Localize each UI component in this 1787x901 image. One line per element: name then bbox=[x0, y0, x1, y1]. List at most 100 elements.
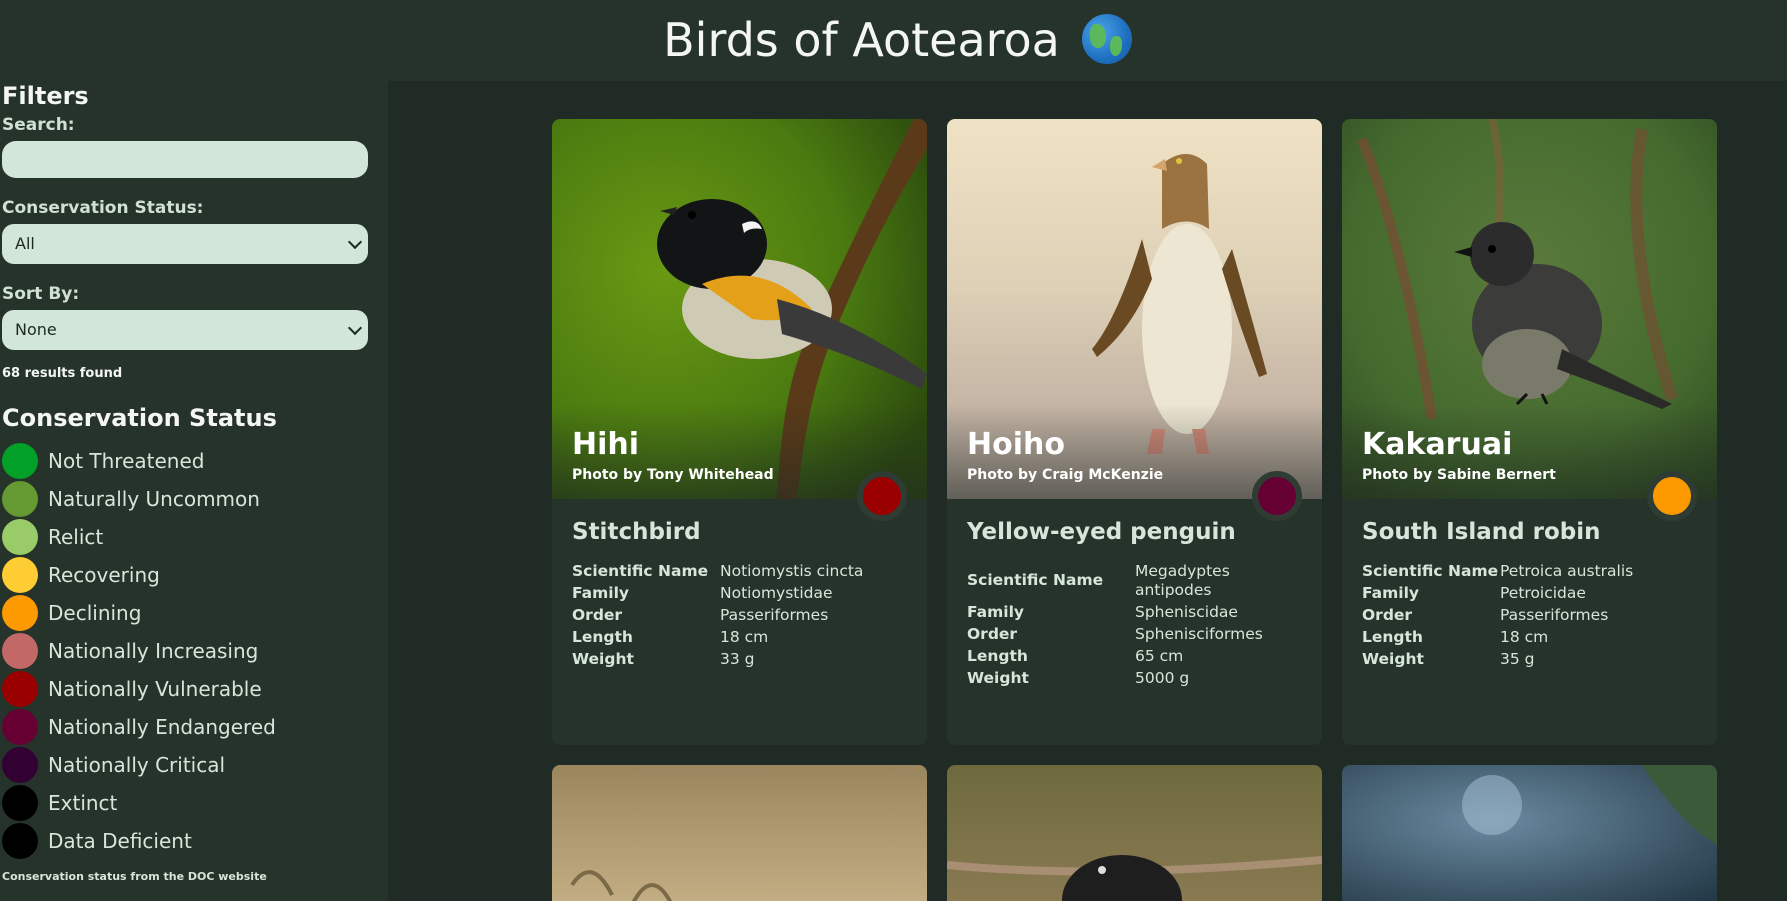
sort-value: None bbox=[15, 320, 57, 339]
status-color-dot bbox=[2, 747, 38, 783]
status-color-dot bbox=[2, 785, 38, 821]
bird-common-name: Yellow-eyed penguin bbox=[967, 519, 1236, 545]
legend-title: Conservation Status bbox=[2, 404, 277, 432]
legend-item: Not Threatened bbox=[2, 442, 388, 480]
fact-value: Sphenisciformes bbox=[1135, 624, 1263, 643]
legend-label: Declining bbox=[48, 601, 142, 625]
status-source-credit: Conservation status from the DOC website bbox=[2, 870, 267, 883]
status-color-dot bbox=[2, 595, 38, 631]
bird-photo bbox=[947, 765, 1322, 901]
fact-value: 5000 g bbox=[1135, 668, 1190, 687]
status-filter-value: All bbox=[15, 234, 35, 253]
legend-label: Nationally Critical bbox=[48, 753, 226, 777]
bird-maori-name: Hoiho bbox=[967, 427, 1065, 462]
legend-label: Not Threatened bbox=[48, 449, 205, 473]
bird-card[interactable] bbox=[1342, 765, 1717, 901]
legend-item: Declining bbox=[2, 594, 388, 632]
photo-credit: Photo by Sabine Bernert bbox=[1362, 467, 1556, 483]
legend-item: Naturally Uncommon bbox=[2, 480, 388, 518]
status-indicator bbox=[857, 471, 907, 521]
filters-heading: Filters bbox=[2, 82, 89, 110]
chevron-down-icon bbox=[347, 234, 363, 250]
fact-value: Notiomystis cincta bbox=[720, 561, 864, 580]
status-indicator bbox=[1252, 471, 1302, 521]
fact-value: 65 cm bbox=[1135, 646, 1184, 665]
bird-facts-table: Scientific Name Notiomystis cincta Family… bbox=[572, 560, 863, 670]
bird-facts-table: Scientific Name Petroica australis Family… bbox=[1362, 560, 1633, 670]
page-header: Birds of Aotearoa bbox=[0, 0, 1787, 81]
fact-value: Spheniscidae bbox=[1135, 602, 1238, 621]
legend-label: Nationally Increasing bbox=[48, 639, 259, 663]
search-input[interactable] bbox=[2, 141, 368, 178]
bird-photo bbox=[1342, 765, 1717, 901]
fact-key: Scientific Name bbox=[1362, 561, 1499, 580]
status-color-dot bbox=[2, 633, 38, 669]
sort-label: Sort By: bbox=[2, 284, 80, 304]
fact-value: 18 cm bbox=[720, 627, 769, 646]
status-color-dot bbox=[2, 519, 38, 555]
legend-label: Nationally Vulnerable bbox=[48, 677, 262, 701]
legend-label: Data Deficient bbox=[48, 829, 192, 853]
fact-key: Weight bbox=[967, 668, 1029, 687]
bird-maori-name: Hihi bbox=[572, 427, 640, 462]
globe-icon bbox=[1081, 14, 1132, 65]
legend-label: Extinct bbox=[48, 791, 118, 815]
fact-key: Family bbox=[572, 583, 630, 602]
status-color-dot bbox=[2, 443, 38, 479]
bird-card[interactable]: Hoiho Photo by Craig McKenzie Yellow-eye… bbox=[947, 119, 1322, 745]
status-color-dot bbox=[2, 557, 38, 593]
bird-photo bbox=[552, 765, 927, 901]
legend-label: Relict bbox=[48, 525, 104, 549]
bird-facts-table: Scientific Name Megadyptes antipodes Fami… bbox=[967, 560, 1275, 689]
bird-card[interactable]: Hihi Photo by Tony Whitehead Stitchbird … bbox=[552, 119, 927, 745]
fact-key: Scientific Name bbox=[967, 571, 1104, 589]
legend-item: Extinct bbox=[2, 784, 388, 822]
bird-card[interactable] bbox=[552, 765, 927, 901]
status-color-dot bbox=[2, 481, 38, 517]
fact-value: 33 g bbox=[720, 649, 755, 668]
search-label: Search: bbox=[2, 115, 75, 135]
legend-item: Relict bbox=[2, 518, 388, 556]
legend-item: Recovering bbox=[2, 556, 388, 594]
fact-key: Family bbox=[1362, 583, 1420, 602]
photo-credit: Photo by Craig McKenzie bbox=[967, 467, 1164, 483]
sort-select[interactable]: None bbox=[2, 310, 368, 350]
bird-card[interactable]: Kakaruai Photo by Sabine Bernert South I… bbox=[1342, 119, 1717, 745]
fact-key: Weight bbox=[1362, 649, 1424, 668]
fact-value: 35 g bbox=[1500, 649, 1535, 668]
status-color-dot bbox=[2, 823, 38, 859]
page-title: Birds of Aotearoa bbox=[663, 13, 1132, 69]
fact-value: Notiomystidae bbox=[720, 583, 833, 602]
fact-key: Length bbox=[1362, 627, 1423, 646]
legend-item: Nationally Increasing bbox=[2, 632, 388, 670]
fact-key: Length bbox=[967, 646, 1028, 665]
fact-value: Passeriformes bbox=[720, 605, 829, 624]
bird-common-name: South Island robin bbox=[1362, 519, 1601, 545]
status-color-dot bbox=[2, 671, 38, 707]
photo-credit: Photo by Tony Whitehead bbox=[572, 467, 774, 483]
bird-card[interactable] bbox=[947, 765, 1322, 901]
results-count: 68 results found bbox=[2, 366, 123, 381]
status-filter-select[interactable]: All bbox=[2, 224, 368, 264]
fact-key: Scientific Name bbox=[572, 561, 709, 580]
fact-key: Family bbox=[967, 602, 1025, 621]
fact-key: Length bbox=[572, 627, 633, 646]
fact-value: Petroicidae bbox=[1500, 583, 1586, 602]
legend-item: Nationally Critical bbox=[2, 746, 388, 784]
legend-item: Nationally Endangered bbox=[2, 708, 388, 746]
chevron-down-icon bbox=[347, 320, 363, 336]
legend-label: Naturally Uncommon bbox=[48, 487, 260, 511]
fact-value: Megadyptes antipodes bbox=[1135, 561, 1230, 599]
fact-value: Passeriformes bbox=[1500, 605, 1609, 624]
legend-item: Nationally Vulnerable bbox=[2, 670, 388, 708]
status-filter-label: Conservation Status: bbox=[2, 198, 204, 218]
fact-key: Weight bbox=[572, 649, 634, 668]
status-legend: Not Threatened Naturally Uncommon Relict… bbox=[2, 442, 388, 860]
fact-key: Order bbox=[967, 624, 1018, 643]
legend-label: Recovering bbox=[48, 563, 160, 587]
legend-item: Data Deficient bbox=[2, 822, 388, 860]
bird-maori-name: Kakaruai bbox=[1362, 427, 1513, 462]
fact-key: Order bbox=[572, 605, 623, 624]
status-color-dot bbox=[2, 709, 38, 745]
fact-value: Petroica australis bbox=[1500, 561, 1634, 580]
